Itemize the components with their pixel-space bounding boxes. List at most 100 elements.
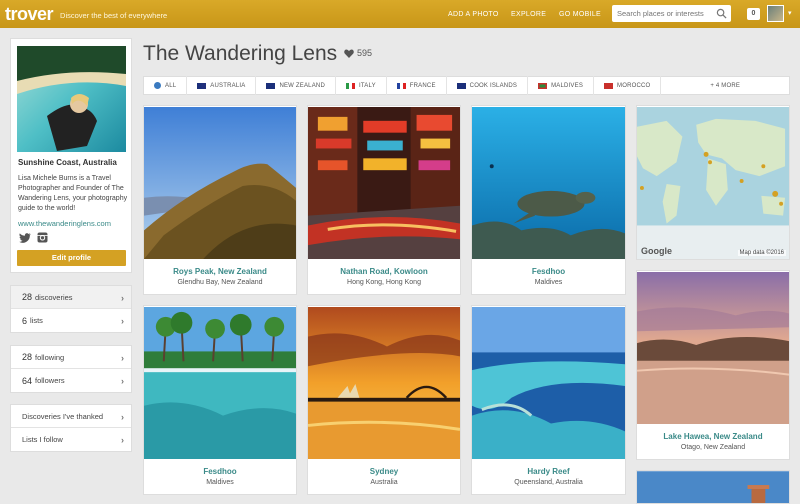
sidebar-item-followers[interactable]: 64 followers › (11, 369, 131, 392)
discovery-card-roys-peak[interactable]: Roys Peak, New Zealand Glendhu Bay, New … (143, 105, 297, 295)
tab-cook-islands[interactable]: COOK ISLANDS (447, 76, 529, 95)
card-subtitle: Maldives (534, 279, 563, 286)
tab-new-zealand[interactable]: NEW ZEALAND (256, 76, 336, 95)
following-count: 28 (22, 352, 33, 362)
card-photo (637, 272, 789, 424)
card-subtitle: Hong Kong, Hong Kong (347, 279, 421, 286)
australia-flag-icon (197, 82, 207, 89)
card-title[interactable]: Fesdhoo (144, 467, 296, 476)
discovery-card-fesdhoo-2[interactable]: Fesdhoo Maldives (143, 305, 297, 495)
card-title[interactable]: Roys Peak, New Zealand (144, 267, 296, 276)
tab-morocco[interactable]: MOROCCO (594, 76, 662, 95)
france-flag-icon (396, 82, 406, 89)
heart-icon[interactable] (344, 48, 354, 58)
tab-italy[interactable]: ITALY (336, 76, 387, 95)
follow-box: 28 following › 64 followers › (10, 345, 132, 393)
discovery-card-nathan-road[interactable]: Nathan Road, Kowloon Hong Kong, Hong Kon… (307, 105, 461, 295)
sidebar-item-discoveries[interactable]: 28 discoveries › (11, 286, 131, 309)
card-caption: Hardy Reef Queensland, Australia (472, 467, 625, 486)
world-map (637, 107, 789, 259)
tab-label: AUSTRALIA (210, 82, 246, 89)
search-input[interactable] (617, 9, 717, 18)
profile-card: Sunshine Coast, Australia Lisa Michele B… (10, 38, 132, 273)
tab-label: MALDIVES (551, 82, 584, 89)
google-logo: Google (641, 246, 672, 256)
following-label: following (35, 352, 65, 362)
nav-explore[interactable]: EXPLORE (511, 0, 546, 28)
like-count[interactable]: 595 (344, 48, 372, 58)
edit-profile-button[interactable]: Edit profile (17, 250, 126, 266)
card-title[interactable]: Lake Hawea, New Zealand (637, 432, 789, 441)
new-zealand-flag-icon (266, 82, 276, 89)
followers-label: followers (35, 376, 65, 385)
sidebar-item-following[interactable]: 28 following › (11, 346, 131, 369)
discoveries-box: 28 discoveries › 6 lists › (10, 285, 132, 333)
search-box[interactable] (612, 5, 731, 22)
country-tabs: ALL AUSTRALIA NEW ZEALAND ITALY FRANCE C… (143, 76, 790, 95)
logo[interactable]: trover (5, 4, 54, 25)
twitter-icon[interactable] (19, 233, 31, 243)
discoveries-label: discoveries (35, 292, 73, 302)
card-photo (637, 471, 789, 503)
card-title[interactable]: Fesdhoo (472, 267, 625, 276)
tab-label: MOROCCO (617, 82, 651, 89)
thanked-box: Discoveries I've thanked › Lists I follo… (10, 404, 132, 452)
card-subtitle: Glendhu Bay, New Zealand (177, 279, 263, 286)
sidebar-item-lists-follow[interactable]: Lists I follow › (11, 428, 131, 451)
tab-label: COOK ISLANDS (469, 82, 518, 89)
card-photo (144, 307, 296, 459)
chevron-right-icon: › (121, 412, 124, 422)
card-subtitle: Queensland, Australia (514, 479, 583, 486)
chevron-down-icon[interactable]: ▾ (788, 9, 792, 17)
profile-location: Sunshine Coast, Australia (18, 158, 117, 167)
card-caption: Fesdhoo Maldives (472, 267, 625, 286)
card-subtitle: Australia (370, 479, 398, 486)
lists-label: lists (30, 316, 43, 325)
tab-label: FRANCE (409, 82, 436, 89)
card-photo (472, 306, 625, 460)
profile-bio: Lisa Michele Burns is a Travel Photograp… (18, 175, 128, 212)
search-icon[interactable] (716, 8, 727, 19)
lists-count: 6 (22, 315, 28, 326)
user-avatar[interactable] (767, 5, 784, 22)
tab-maldives[interactable]: MALDIVES (528, 76, 595, 95)
italy-flag-icon (345, 82, 355, 89)
chevron-right-icon: › (121, 353, 124, 363)
nav-go-mobile[interactable]: GO MOBILE (559, 0, 601, 28)
discovery-card-hardy-reef[interactable]: Hardy Reef Queensland, Australia (471, 305, 626, 495)
sidebar-item-lists[interactable]: 6 lists › (11, 309, 131, 332)
card-photo (144, 107, 296, 259)
card-title[interactable]: Nathan Road, Kowloon (308, 267, 460, 276)
lists-follow-label: Lists I follow (22, 435, 63, 444)
tab-label: NEW ZEALAND (279, 82, 325, 89)
tagline: Discover the best of everywhere (60, 11, 168, 20)
maldives-flag-icon (538, 82, 548, 89)
discovery-card-fesdhoo[interactable]: Fesdhoo Maldives (471, 105, 626, 295)
card-photo (308, 307, 460, 459)
card-caption: Sydney Australia (308, 467, 460, 486)
tab-label: ALL (165, 82, 177, 89)
card-caption: Roys Peak, New Zealand Glendhu Bay, New … (144, 267, 296, 286)
card-caption: Nathan Road, Kowloon Hong Kong, Hong Kon… (308, 267, 460, 286)
card-title[interactable]: Hardy Reef (472, 467, 625, 476)
tab-australia[interactable]: AUSTRALIA (187, 76, 257, 95)
nav-add-photo[interactable]: ADD A PHOTO (448, 0, 499, 28)
discovery-card-sydney[interactable]: Sydney Australia (307, 305, 461, 495)
notification-badge[interactable]: 0 (747, 8, 760, 20)
tab-all[interactable]: ALL (144, 76, 188, 95)
card-photo (472, 106, 625, 260)
tab-more[interactable]: + 4 MORE (661, 76, 789, 95)
discovery-card-lake-hawea[interactable]: Lake Hawea, New Zealand Otago, New Zeala… (636, 270, 790, 460)
card-subtitle: Maldives (206, 479, 234, 486)
discovery-card-partial[interactable] (636, 470, 790, 504)
tab-france[interactable]: FRANCE (387, 76, 447, 95)
discoveries-count: 28 (22, 292, 33, 302)
instagram-icon[interactable] (37, 232, 48, 243)
card-title[interactable]: Sydney (308, 467, 460, 476)
sidebar-item-thanked[interactable]: Discoveries I've thanked › (11, 405, 131, 428)
chevron-right-icon: › (121, 293, 124, 303)
followers-count: 64 (22, 375, 33, 386)
profile-website-link[interactable]: www.thewanderinglens.com (18, 219, 111, 228)
discoveries-map[interactable]: Google Map data ©2016 (636, 105, 790, 260)
globe-icon (154, 82, 161, 89)
